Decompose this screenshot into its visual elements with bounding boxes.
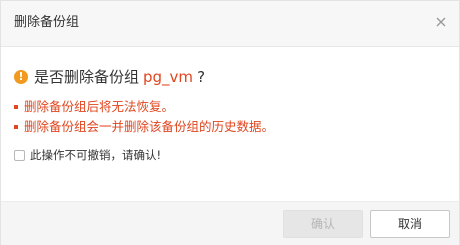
warning-list: 删除备份组后将无法恢复。 删除备份组会一并删除该备份组的历史数据。 (14, 97, 274, 137)
close-icon[interactable] (434, 15, 448, 29)
warning-text: 删除备份组后将无法恢复。 (24, 99, 175, 114)
question-prefix: 是否删除备份组 (34, 68, 140, 86)
delete-question: ! 是否删除备份组 pg_vm? (14, 67, 205, 87)
backup-group-name: pg_vm (143, 68, 194, 86)
question-suffix: ? (197, 68, 206, 86)
warning-text: 删除备份组会一并删除该备份组的历史数据。 (24, 119, 275, 134)
dialog-footer: 确认 取消 (1, 201, 459, 245)
bullet-icon (14, 125, 18, 129)
dialog-title: 删除备份组 (14, 15, 80, 30)
confirm-checkbox[interactable] (14, 149, 25, 161)
dialog-header: 删除备份组 (1, 1, 459, 47)
cancel-button[interactable]: 取消 (370, 210, 450, 238)
confirm-button[interactable]: 确认 (283, 210, 363, 238)
exclamation-circle-icon: ! (14, 70, 28, 84)
confirm-checkbox-row[interactable]: 此操作不可撤销，请确认! (14, 147, 161, 163)
confirm-checkbox-label[interactable]: 此操作不可撤销，请确认! (30, 147, 161, 163)
bullet-icon (14, 105, 18, 109)
question-text: 是否删除备份组 pg_vm? (34, 67, 205, 87)
warning-item: 删除备份组后将无法恢复。 (14, 97, 274, 117)
delete-backup-group-dialog: 删除备份组 ! 是否删除备份组 pg_vm? 删除备份组后将无法恢复。 删除备份组… (0, 0, 460, 245)
warning-item: 删除备份组会一并删除该备份组的历史数据。 (14, 117, 274, 137)
